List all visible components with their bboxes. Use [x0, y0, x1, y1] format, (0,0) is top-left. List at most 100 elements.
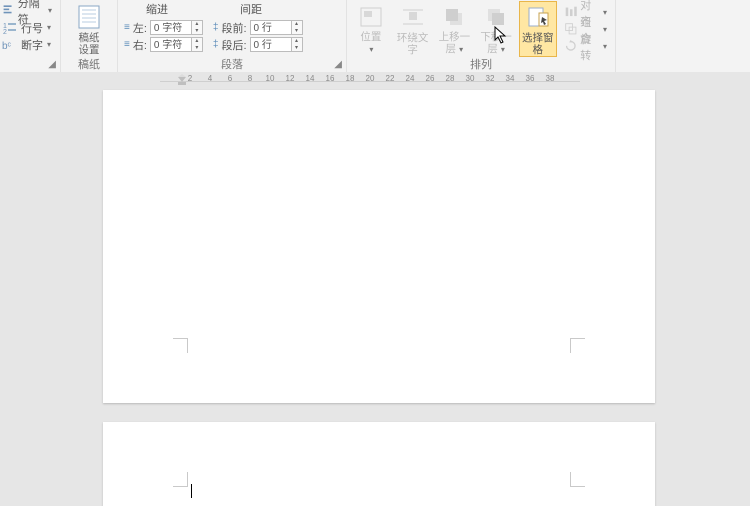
spinner[interactable]: ▴▾: [292, 37, 303, 52]
indent-right-control[interactable]: ≡右: 0 字符 ▴▾: [124, 36, 203, 53]
indent-right-label: 右:: [133, 37, 147, 53]
indent-marker-left[interactable]: [178, 74, 186, 86]
hyphenation-button[interactable]: bᶜ 断字 ▾: [0, 36, 54, 53]
page-setup-group-partial: 分隔符 ▾ 12 行号 ▾ bᶜ 断字 ▾: [0, 0, 61, 72]
selection-pane-icon: [523, 4, 553, 30]
space-before-control[interactable]: ‡段前: 0 行 ▴▾: [213, 19, 303, 36]
ribbon: 分隔符 ▾ 12 行号 ▾ bᶜ 断字 ▾: [0, 0, 750, 73]
ruler-tick: 18: [346, 74, 355, 83]
manuscript-label: 稿纸 设置: [79, 32, 100, 56]
spinner[interactable]: ▴▾: [292, 20, 303, 35]
indent-left-value[interactable]: 0 字符: [150, 20, 192, 35]
selection-pane-label: 选择窗格: [520, 32, 556, 56]
ruler-tick: 10: [266, 74, 275, 83]
hyphenation-label: 断字: [21, 37, 43, 53]
crop-mark: [570, 472, 585, 487]
position-icon: [356, 4, 386, 29]
backward-label: 下移一层: [480, 31, 512, 55]
crop-mark: [173, 472, 188, 487]
dialog-launcher-icon[interactable]: ◢: [334, 58, 342, 72]
space-after-value[interactable]: 0 行: [250, 37, 292, 52]
horizontal-ruler[interactable]: 2468101214161820222426283032343638: [160, 74, 580, 88]
ruler-tick: 30: [466, 74, 475, 83]
rotate-icon: [564, 39, 578, 55]
chevron-down-icon: ▾: [48, 6, 52, 15]
send-backward-button: 下移一层 ▾: [478, 2, 514, 56]
ruler-tick: 36: [526, 74, 535, 83]
group-icon: [564, 22, 578, 38]
indent-left-icon: ≡: [124, 22, 130, 33]
ruler-tick: 28: [446, 74, 455, 83]
ruler-tick: 12: [286, 74, 295, 83]
bring-forward-button: 上移一层 ▾: [436, 2, 472, 56]
manuscript-settings-button[interactable]: 稿纸 设置: [69, 2, 109, 56]
spinner[interactable]: ▴▾: [192, 37, 203, 52]
paragraph-group-title: 段落: [221, 59, 243, 71]
indent-left-control[interactable]: ≡左: 0 字符 ▴▾: [124, 19, 203, 36]
chevron-down-icon: ▾: [603, 25, 607, 34]
svg-text:bᶜ: bᶜ: [2, 41, 12, 52]
indent-right-icon: ≡: [124, 39, 130, 50]
ruler-tick: 26: [426, 74, 435, 83]
arrange-group-title: 排列: [353, 58, 609, 72]
document-canvas[interactable]: 2468101214161820222426283032343638 第一章: [0, 72, 750, 506]
ruler-tick: 6: [228, 74, 232, 83]
spinner[interactable]: ▴▾: [192, 20, 203, 35]
crop-mark: [570, 338, 585, 353]
chevron-down-icon: ▾: [47, 40, 51, 49]
ruler-tick: 4: [208, 74, 212, 83]
space-before-icon: ‡: [213, 22, 219, 33]
forward-icon: [439, 4, 469, 29]
dialog-launcher-icon[interactable]: ◢: [48, 58, 56, 72]
ruler-tick: 38: [546, 74, 555, 83]
position-button: 位置 ▾: [353, 2, 389, 56]
chevron-down-icon: ▾: [499, 45, 505, 54]
chevron-down-icon: ▾: [603, 8, 607, 17]
space-before-value[interactable]: 0 行: [250, 20, 292, 35]
paragraph-group: 缩进 间距 ≡左: 0 字符 ▴▾ ≡右: 0 字符 ▴▾: [118, 0, 347, 72]
chevron-down-icon: ▾: [603, 42, 607, 51]
manuscript-group: 稿纸 设置 稿纸: [61, 0, 118, 72]
selection-pane-button[interactable]: 选择窗格: [520, 2, 556, 56]
forward-label: 上移一层: [439, 31, 471, 55]
hyphenation-icon: bᶜ: [2, 37, 18, 53]
ruler-tick: 8: [248, 74, 252, 83]
wrap-text-button: 环绕文 字: [395, 2, 431, 56]
chevron-down-icon: ▾: [369, 45, 373, 54]
spacing-title: 间距: [240, 2, 262, 19]
backward-icon: [481, 4, 511, 29]
page-2[interactable]: 第一章: [103, 422, 655, 506]
ruler-tick: 24: [406, 74, 415, 83]
breaks-icon: [2, 3, 15, 19]
ruler-tick: 16: [326, 74, 335, 83]
indent-right-value[interactable]: 0 字符: [150, 37, 192, 52]
ruler-tick: 2: [188, 74, 192, 83]
indent-title: 缩进: [146, 2, 168, 19]
page-1[interactable]: [103, 90, 655, 403]
manuscript-icon: [74, 4, 104, 30]
manuscript-group-title: 稿纸: [67, 58, 111, 72]
space-before-label: 段前:: [221, 20, 246, 36]
wrap-icon: [398, 4, 428, 30]
rotate-button: 旋转 ▾: [562, 38, 609, 55]
ruler-tick: 14: [306, 74, 315, 83]
arrange-group: 位置 ▾ 环绕文 字 上移一层 ▾ 下移一层 ▾: [347, 0, 616, 72]
line-numbers-icon: 12: [2, 20, 18, 36]
svg-text:2: 2: [3, 29, 7, 36]
line-numbers-label: 行号: [21, 20, 43, 36]
line-numbers-button[interactable]: 12 行号 ▾: [0, 19, 54, 36]
indent-left-label: 左:: [133, 20, 147, 36]
chevron-down-icon: ▾: [457, 45, 463, 54]
crop-mark: [173, 338, 188, 353]
space-after-label: 段后:: [221, 37, 246, 53]
text-caret: [191, 484, 192, 498]
ruler-tick: 32: [486, 74, 495, 83]
position-label: 位置: [360, 31, 381, 43]
breaks-button[interactable]: 分隔符 ▾: [0, 2, 54, 19]
ruler-tick: 34: [506, 74, 515, 83]
ruler-tick: 22: [386, 74, 395, 83]
align-icon: [564, 5, 578, 21]
space-after-control[interactable]: ‡段后: 0 行 ▴▾: [213, 36, 303, 53]
chevron-down-icon: ▾: [47, 23, 51, 32]
space-after-icon: ‡: [213, 39, 219, 50]
